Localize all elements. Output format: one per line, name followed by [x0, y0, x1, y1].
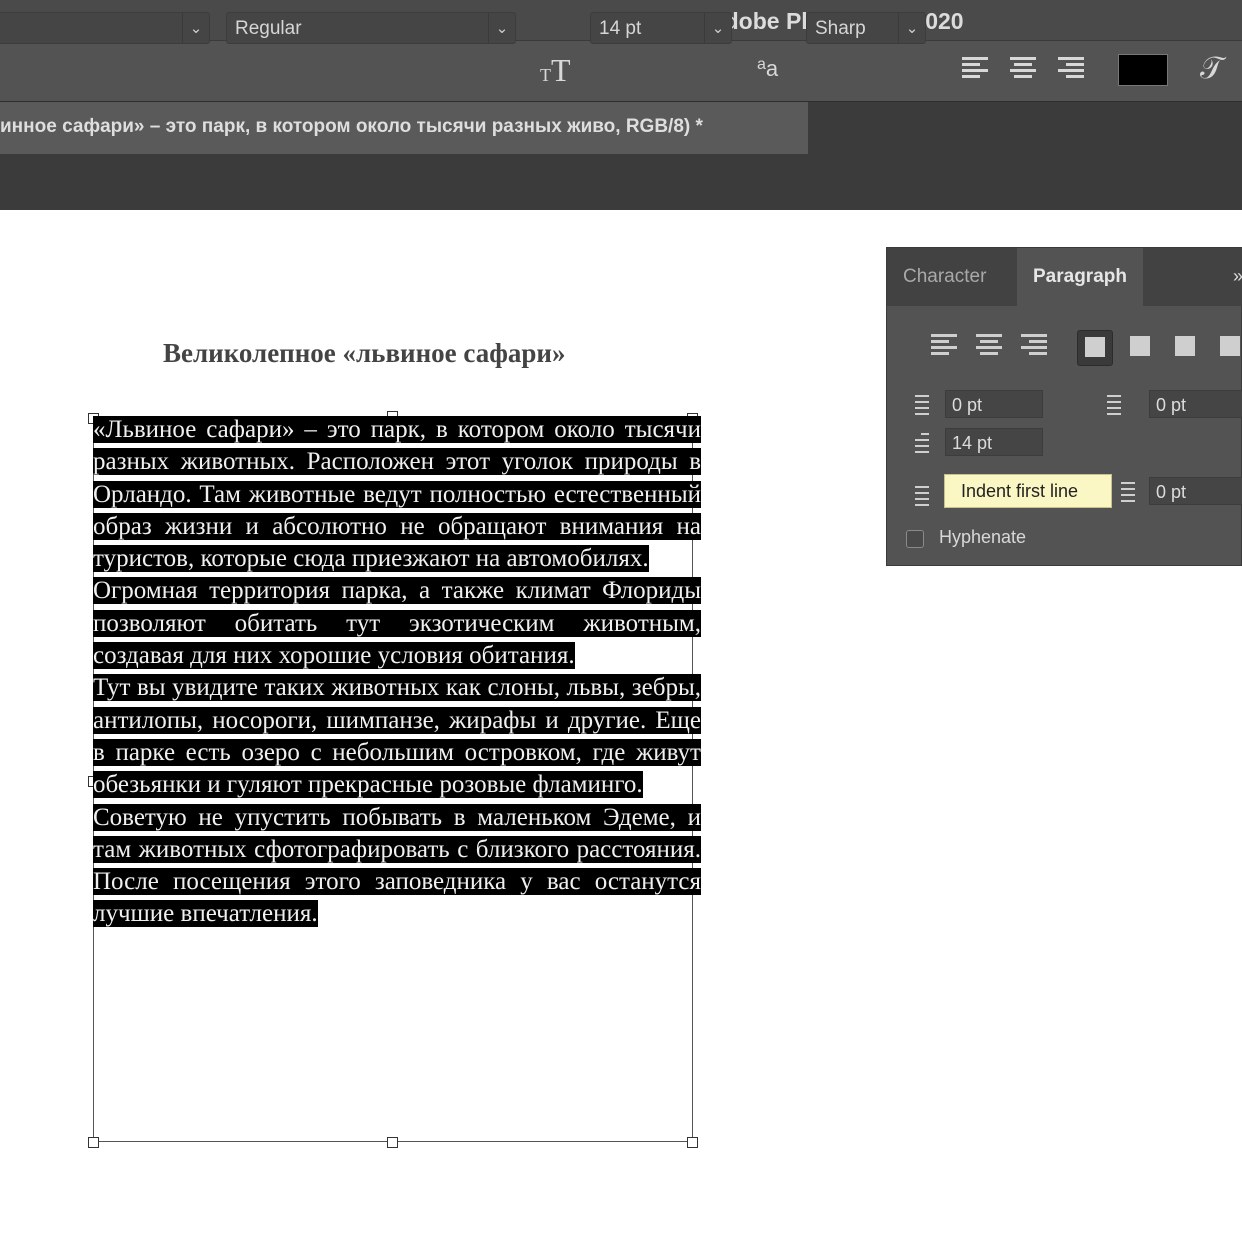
font-size-dropdown[interactable]: 14 pt ⌄ — [590, 12, 732, 44]
indent-left-icon — [901, 391, 931, 419]
justify-last-left-icon[interactable] — [1077, 330, 1113, 366]
space-after-icon — [1119, 478, 1149, 506]
chevron-down-icon: ⌄ — [898, 13, 925, 43]
font-style-value: Regular — [235, 18, 302, 39]
align-center-icon[interactable] — [1010, 55, 1036, 81]
panel-tab-bar: Character Paragraph » — [887, 248, 1242, 306]
chevron-down-icon: ⌄ — [182, 13, 209, 43]
indent-right-field[interactable]: 0 pt — [1149, 390, 1242, 418]
hyphenate-checkbox[interactable] — [906, 530, 924, 548]
transform-handle[interactable] — [88, 1137, 99, 1148]
font-size-icon: TT — [540, 52, 571, 88]
body-paragraph: Огромная территория парка, а также клима… — [93, 577, 701, 670]
align-right-icon[interactable] — [1058, 55, 1084, 81]
antialias-dropdown[interactable]: Sharp ⌄ — [806, 12, 926, 44]
antialias-value: Sharp — [815, 18, 866, 39]
justify-all-icon[interactable] — [1213, 330, 1242, 364]
indent-left-field[interactable]: 0 pt — [945, 390, 1043, 418]
chevron-down-icon: ⌄ — [488, 13, 515, 43]
align-left-icon[interactable] — [962, 55, 988, 81]
panel-menu-icon[interactable]: » — [1233, 266, 1242, 287]
document-tab[interactable]: инное сафари» – это парк, в котором окол… — [0, 102, 808, 154]
document-tab-bar: инное сафари» – это парк, в котором окол… — [0, 102, 1242, 154]
tab-character[interactable]: Character — [887, 248, 1002, 306]
paragraph-align-left-icon[interactable] — [931, 332, 959, 360]
font-family-dropdown[interactable]: ⌄ — [0, 12, 210, 44]
text-color-swatch[interactable] — [1118, 54, 1168, 86]
antialias-icon: aa — [757, 56, 779, 81]
options-bar — [0, 41, 1242, 102]
indent-first-line-field[interactable]: 14 pt — [945, 428, 1043, 456]
body-paragraph: «Львиное сафари» – это парк, в котором о… — [93, 416, 701, 573]
paragraph-panel: Character Paragraph » 0 pt 0 pt 14 pt 0 … — [886, 247, 1242, 566]
hyphenate-label: Hyphenate — [939, 527, 1027, 547]
indent-first-line-tooltip: Indent first line — [944, 474, 1112, 508]
paragraph-align-center-icon[interactable] — [976, 332, 1004, 360]
transform-handle[interactable] — [387, 1137, 398, 1148]
body-paragraph: Советую не упустить побывать в маленьком… — [93, 803, 701, 928]
justify-last-right-icon[interactable] — [1168, 330, 1202, 364]
space-before-icon — [901, 478, 931, 506]
indent-right-icon — [1105, 391, 1135, 419]
justify-last-center-icon[interactable] — [1123, 330, 1157, 364]
document-heading: Великолепное «львиное сафари» — [163, 338, 566, 368]
font-style-dropdown[interactable]: Regular ⌄ — [226, 12, 516, 44]
indent-first-line-icon — [901, 429, 931, 457]
selected-text-block[interactable]: «Львиное сафари» – это парк, в котором о… — [93, 414, 701, 931]
ruler-area — [0, 154, 1242, 210]
transform-handle[interactable] — [687, 1137, 698, 1148]
font-size-value: 14 pt — [599, 18, 642, 39]
chevron-down-icon: ⌄ — [704, 13, 731, 43]
body-paragraph: Тут вы увидите таких животных как слоны,… — [93, 674, 701, 799]
document-tab-title: инное сафари» – это парк, в котором окол… — [0, 116, 703, 137]
space-after-field[interactable]: 0 pt — [1149, 477, 1242, 505]
warp-text-icon[interactable]: 𝒯 — [1200, 52, 1223, 86]
paragraph-align-right-icon[interactable] — [1021, 332, 1049, 360]
tab-paragraph[interactable]: Paragraph — [1017, 248, 1143, 306]
